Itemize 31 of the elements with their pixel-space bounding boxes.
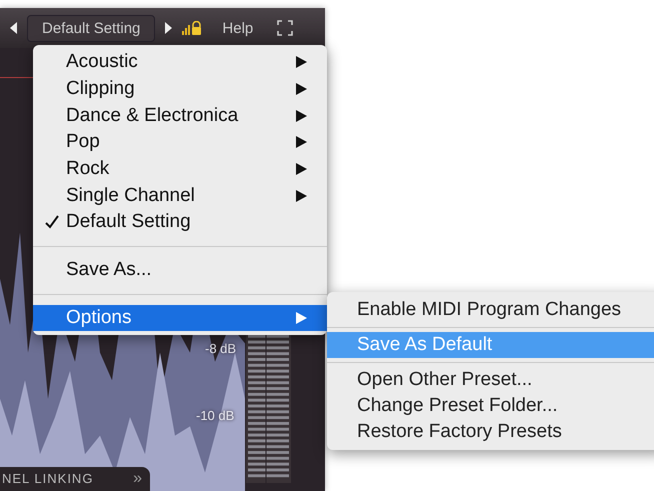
scale-label: -10 dB [196,408,234,423]
menu-item[interactable]: Clipping [33,76,327,102]
submenu-arrow-icon [296,110,307,122]
menu-item[interactable]: Rock [33,156,327,182]
submenu-arrow-icon [296,136,307,148]
menu-item[interactable]: Options [33,304,327,332]
channel-linking-bar[interactable]: NEL LINKING » [0,467,150,491]
menu-item[interactable]: Acoustic [33,49,327,76]
menu-item[interactable]: Change Preset Folder... [327,393,654,419]
menu-item[interactable]: Pop [33,129,327,156]
channel-linking-label: NEL LINKING [2,471,94,487]
previous-icon[interactable] [10,22,17,34]
menu-item[interactable]: Default Setting [33,209,327,236]
expand-icon[interactable]: » [133,471,142,487]
menu-item[interactable]: Dance & Electronica [33,102,327,130]
menu-item[interactable]: Enable MIDI Program Changes [327,297,654,323]
submenu-arrow-icon [296,163,307,176]
checkmark-icon [44,215,58,230]
preset-button[interactable]: Default Setting [27,14,156,42]
fullscreen-icon[interactable] [277,20,294,36]
next-icon[interactable] [165,22,172,34]
menu-item[interactable]: Open Other Preset... [327,367,654,393]
submenu-arrow-icon [296,190,307,202]
menu-item[interactable]: Single Channel [33,182,327,210]
menu-item[interactable]: Save As... [33,256,327,284]
submenu-arrow-icon [296,83,307,96]
submenu-arrow-icon [296,312,307,324]
submenu-arrow-icon [296,56,307,68]
signal-lock-icon[interactable] [182,21,202,35]
help-button[interactable]: Help [222,20,254,36]
menu-item[interactable]: Restore Factory Presets [327,419,654,445]
